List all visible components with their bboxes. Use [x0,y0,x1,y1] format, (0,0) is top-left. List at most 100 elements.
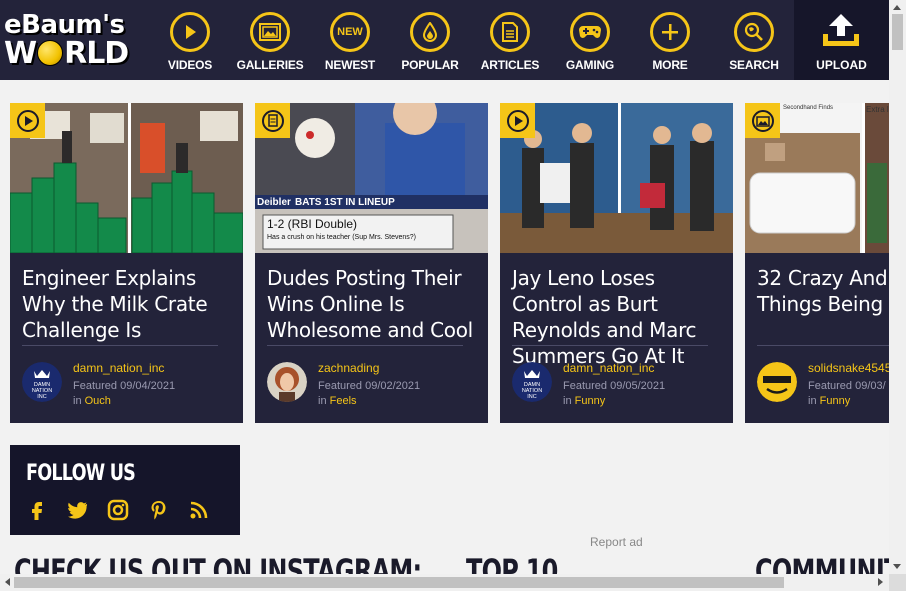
category-link[interactable]: Funny [575,395,606,407]
nav-newest-label: NEWEST [324,58,376,72]
nav-search-label: SEARCH [729,58,779,72]
horizontal-scrollbar[interactable] [0,574,889,591]
play-icon [16,109,39,132]
upload-button[interactable]: UPLOAD [794,0,889,80]
avatar[interactable]: DAMN NATION INC [22,362,62,402]
nav-galleries-label: GALLERIES [236,58,304,72]
scroll-up-arrow-icon[interactable] [893,5,901,10]
card-thumbnail[interactable]: Secondhand Finds Extra l [745,103,889,253]
vertical-scrollbar[interactable] [889,0,906,574]
drop-icon [410,12,450,52]
globe-icon [37,40,64,66]
plus-icon [650,12,690,52]
featured-date: Featured 09/05/2021 [563,380,666,392]
nav-newest[interactable]: NEW NEWEST [310,0,390,80]
category-link[interactable]: Ouch [85,395,111,407]
instagram-icon[interactable] [107,499,129,521]
horizontal-scroll-thumb[interactable] [14,577,784,588]
author-link[interactable]: solidsnake4545 [808,361,889,375]
card-title[interactable]: Engineer Explains Why the Milk Crate Cha… [22,265,237,343]
upload-label: UPLOAD [816,58,867,72]
community-heading: COMMUNITY [755,552,889,574]
thumb-caption-name: Deibler [257,197,291,208]
category-link[interactable]: Funny [820,395,851,407]
nav-galleries[interactable]: GALLERIES [230,0,310,80]
nav-videos-label: VIDEOS [167,58,213,72]
card-thumbnail[interactable] [10,103,243,253]
divider [757,345,889,346]
content-card[interactable]: Deibler BATS 1ST IN LINEUP 1-2 (RBI Doub… [255,103,488,423]
nav-videos[interactable]: VIDEOS [150,0,230,80]
featured-date: Featured 09/02/2021 [318,380,421,392]
card-thumbnail[interactable] [500,103,733,253]
report-ad-link[interactable]: Report ad [590,535,643,549]
category-line: in Feels [318,395,357,407]
nav-popular-label: POPULAR [401,58,459,72]
top-navigation: eBaum's W RLD VIDEOS GALLERIES NEW NEWEST [0,0,889,80]
avatar[interactable]: DAMN NATION INC [512,362,552,402]
category-line: in Funny [563,395,606,407]
document-icon [261,109,284,132]
featured-date: Featured 09/04/2021 [73,380,176,392]
thumb-caption-line2: 1-2 (RBI Double) [267,217,358,231]
avatar[interactable] [757,362,797,402]
follow-us-box: FOLLOW US [10,445,240,535]
thumb-caption-line3: Has a crush on his teacher (Sup Mrs. Ste… [267,234,417,241]
vertical-scroll-thumb[interactable] [892,14,903,50]
image-icon [250,12,290,52]
nav-gaming-label: GAMING [565,58,615,72]
scroll-right-arrow-icon[interactable] [878,578,883,586]
play-icon [506,109,529,132]
rss-icon[interactable] [188,499,210,521]
nav-more-label: MORE [652,58,688,72]
new-badge-text: NEW [337,26,363,38]
nav-popular[interactable]: POPULAR [390,0,470,80]
play-icon [170,12,210,52]
thumb-caption-line1: BATS 1ST IN LINEUP [295,197,395,208]
nav-articles[interactable]: ARTICLES [470,0,550,80]
page-viewport: eBaum's W RLD VIDEOS GALLERIES NEW NEWEST [0,0,889,574]
content-card[interactable]: Jay Leno Loses Control as Burt Reynolds … [500,103,733,423]
top-10-heading: TOP 10 [466,552,558,574]
scroll-left-arrow-icon[interactable] [5,578,10,586]
image-icon [751,109,774,132]
search-icon [734,12,774,52]
svg-text:INC: INC [527,394,537,400]
ebaums-world-logo[interactable]: eBaum's W RLD [0,0,150,80]
upload-icon [823,14,859,46]
card-title[interactable]: Dudes Posting Their Wins Online Is Whole… [267,265,482,343]
document-icon [490,12,530,52]
category-link[interactable]: Feels [330,395,357,407]
divider [22,345,218,346]
author-link[interactable]: damn_nation_inc [73,361,164,375]
card-thumbnail[interactable]: Deibler BATS 1ST IN LINEUP 1-2 (RBI Doub… [255,103,488,253]
nav-search[interactable]: SEARCH [714,0,794,80]
new-icon: NEW [330,12,370,52]
divider [267,345,463,346]
logo-line-2: W RLD [4,36,129,71]
gallery-badge [745,103,780,138]
gallery-badge [255,103,290,138]
facebook-icon[interactable] [26,499,48,521]
follow-us-heading: FOLLOW US [26,461,136,486]
pinterest-icon[interactable] [148,499,170,521]
nav-gaming[interactable]: GAMING [550,0,630,80]
video-badge [10,103,45,138]
category-line: in Funny [808,395,851,407]
nav-articles-label: ARTICLES [480,58,540,72]
thumb-caption-line2: Extra l [866,105,889,114]
content-card[interactable]: Secondhand Finds Extra l 32 Crazy And W … [745,103,889,423]
scroll-down-arrow-icon[interactable] [893,564,901,569]
avatar[interactable] [267,362,307,402]
nav-more[interactable]: MORE [630,0,710,80]
author-link[interactable]: damn_nation_inc [563,361,654,375]
featured-date: Featured 09/03/ [808,380,886,392]
content-card[interactable]: Engineer Explains Why the Milk Crate Cha… [10,103,243,423]
thumb-caption-line1: Secondhand Finds [783,105,834,111]
author-link[interactable]: zachnading [318,361,379,375]
card-title[interactable]: Jay Leno Loses Control as Burt Reynolds … [512,265,727,369]
twitter-icon[interactable] [66,499,88,521]
video-badge [500,103,535,138]
card-title[interactable]: 32 Crazy And W Things Being S Online [757,265,889,317]
instagram-section-heading: CHECK US OUT ON INSTAGRAM: [14,552,422,574]
